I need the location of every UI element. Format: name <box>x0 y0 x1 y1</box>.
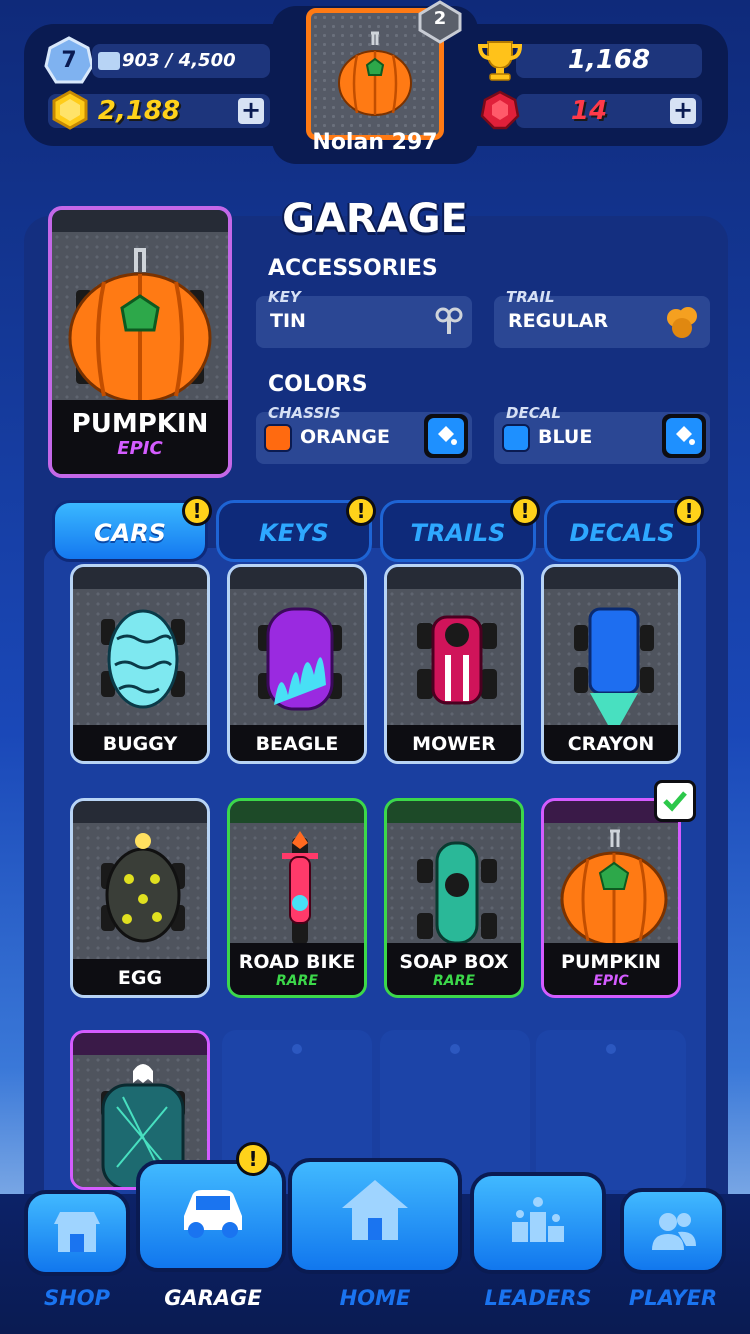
decal-color-field[interactable]: DECAL BLUE <box>494 404 710 464</box>
car-name: SOAP BOX <box>399 951 509 973</box>
nav-garage-label: GARAGE <box>164 1286 262 1310</box>
car-rarity: EPIC <box>593 973 629 989</box>
shop-icon <box>54 1212 100 1252</box>
trophy-count: 1,168 <box>567 45 651 75</box>
garage-nav-alert-icon: ! <box>236 1142 270 1176</box>
car-name: MOWER <box>387 725 521 761</box>
key-value: TIN <box>270 310 306 332</box>
chassis-color-value: ORANGE <box>300 426 390 448</box>
egg-car-icon <box>101 833 185 943</box>
decal-color-value: BLUE <box>538 426 593 448</box>
gem-amount: 14 <box>570 96 608 126</box>
chassis-color-swatch <box>264 424 292 452</box>
car-card-crayon[interactable]: CRAYON <box>541 564 681 764</box>
chassis-caption: CHASSIS <box>268 404 341 422</box>
decals-tab-alert-icon: ! <box>674 496 704 526</box>
leaderboard-icon <box>512 1197 564 1242</box>
car-card-mower[interactable]: MOWER <box>384 564 524 764</box>
gem-icon <box>480 90 520 130</box>
car-card-road-bike[interactable]: ROAD BIKE RARE <box>227 798 367 998</box>
car-name: PUMPKIN <box>561 951 661 973</box>
coin-icon <box>52 90 88 130</box>
page-title: GARAGE <box>282 196 468 242</box>
trophy-icon <box>477 41 523 81</box>
car-rarity: RARE <box>433 973 475 989</box>
car-name: BEAGLE <box>230 725 364 761</box>
keys-tab-alert-icon: ! <box>346 496 376 526</box>
paint-bucket-icon <box>676 426 695 445</box>
road-bike-icon <box>282 831 318 945</box>
car-name: ROAD BIKE <box>238 951 356 973</box>
trophy-bar: 1,168 <box>516 44 702 78</box>
selected-car-name: PUMPKIN <box>71 409 209 439</box>
pumpkin-car-icon <box>338 31 412 116</box>
key-caption: KEY <box>268 288 301 306</box>
colors-heading: COLORS <box>268 372 368 397</box>
car-name: EGG <box>73 959 207 995</box>
xp-bar-fill <box>98 52 120 70</box>
trails-tab-alert-icon: ! <box>510 496 540 526</box>
trail-value: REGULAR <box>508 310 609 332</box>
nav-leaders-label: LEADERS <box>484 1286 592 1310</box>
smoke-trail-icon <box>667 307 697 338</box>
home-icon <box>342 1180 408 1240</box>
cars-tab-alert-icon: ! <box>182 496 212 526</box>
car-card-pumpkin[interactable]: PUMPKIN EPIC <box>541 798 681 998</box>
player-name[interactable]: Nolan 297 <box>272 130 478 155</box>
equipped-checkmark-icon <box>654 780 696 822</box>
car-rarity: RARE <box>276 973 318 989</box>
level-number: 7 <box>61 48 77 73</box>
pumpkin-car-icon <box>68 248 212 404</box>
car-icon <box>184 1190 242 1238</box>
car-card-buggy[interactable]: BUGGY <box>70 564 210 764</box>
nav-player-label: PLAYER <box>628 1286 718 1310</box>
chassis-color-field[interactable]: CHASSIS ORANGE <box>256 404 472 464</box>
chassis-paint-button[interactable] <box>424 414 468 458</box>
car-name: CRAYON <box>544 725 678 761</box>
car-card-beagle[interactable]: BEAGLE <box>227 564 367 764</box>
soap-box-car-icon <box>417 841 497 945</box>
beagle-car-icon <box>258 607 342 711</box>
accessories-heading: ACCESSORIES <box>268 256 438 281</box>
xp-text: 903 / 4,500 <box>122 50 236 71</box>
trail-field[interactable]: TRAIL REGULAR <box>494 288 710 348</box>
buggy-car-icon <box>101 609 185 709</box>
empty-car-slot <box>536 1030 686 1190</box>
key-field[interactable]: KEY TIN <box>256 288 472 348</box>
decal-color-swatch <box>502 424 530 452</box>
paint-bucket-icon <box>438 426 457 445</box>
mower-car-icon <box>417 615 497 705</box>
selected-car-rarity: EPIC <box>117 438 163 459</box>
car-name: BUGGY <box>73 725 207 761</box>
pumpkin-car-icon <box>560 829 668 947</box>
add-gems-button[interactable]: + <box>670 98 696 124</box>
wind-up-key-icon <box>435 307 463 334</box>
player-rank-number: 2 <box>433 8 447 29</box>
player-profile-icon <box>652 1213 696 1250</box>
nav-shop-label: SHOP <box>44 1286 110 1310</box>
xp-bar: 903 / 4,500 <box>92 44 270 78</box>
add-coins-button[interactable]: + <box>238 98 264 124</box>
trail-caption: TRAIL <box>506 288 555 306</box>
crayon-car-icon <box>574 607 654 725</box>
gem-bar: 14 + <box>516 94 702 128</box>
car-card-soap-box[interactable]: SOAP BOX RARE <box>384 798 524 998</box>
car-card-egg[interactable]: EGG <box>70 798 210 998</box>
selected-car-card: PUMPKIN EPIC <box>48 206 232 478</box>
decal-paint-button[interactable] <box>662 414 706 458</box>
decal-caption: DECAL <box>506 404 561 422</box>
nav-home-label: HOME <box>339 1286 411 1310</box>
